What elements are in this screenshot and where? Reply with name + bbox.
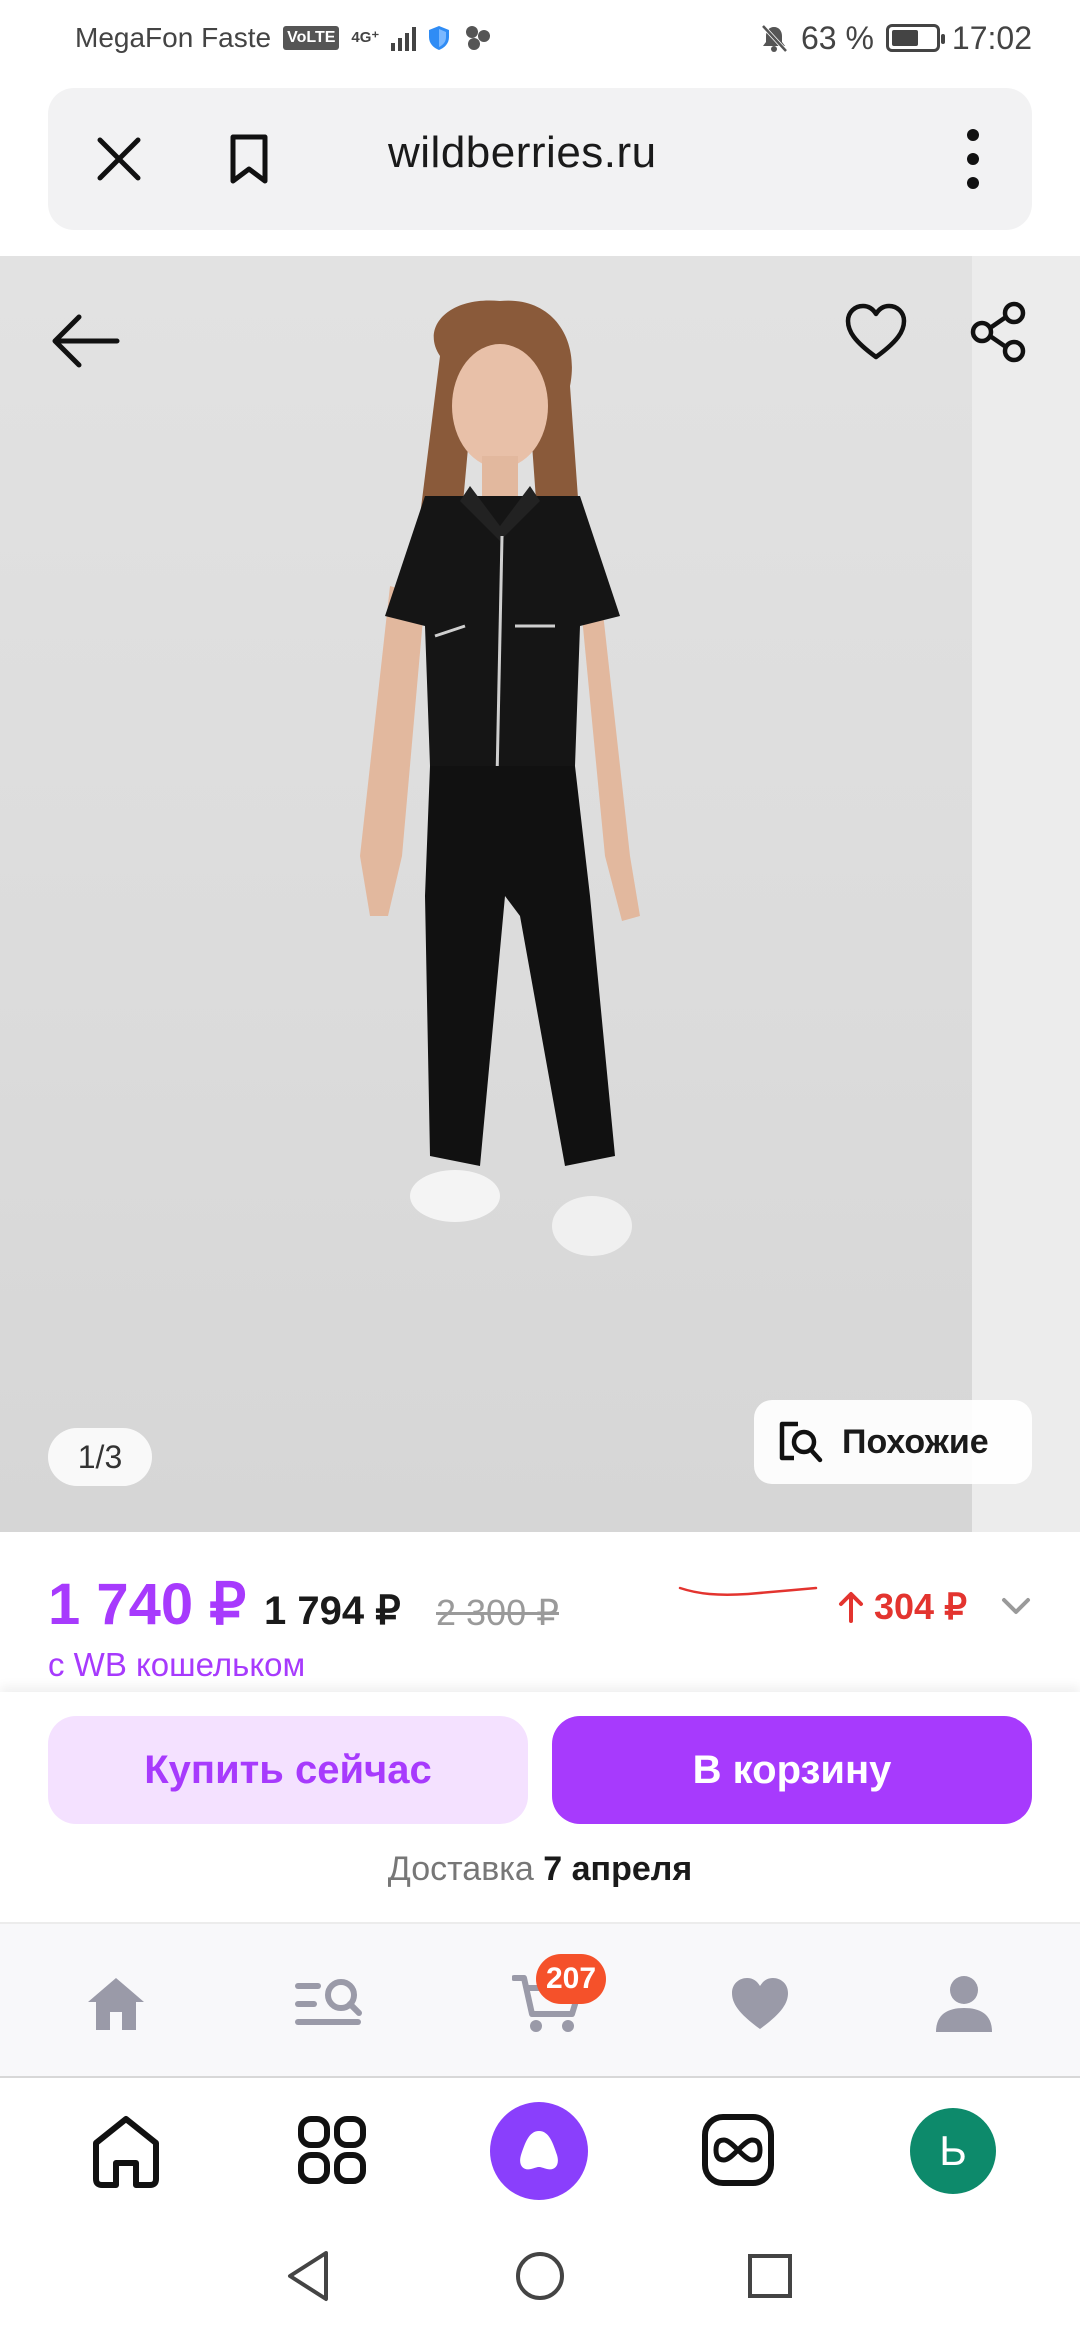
- product-photo: [360, 300, 640, 1256]
- browser-tabs-button[interactable]: [688, 2100, 788, 2200]
- cart-count-badge: 207: [536, 1954, 607, 2004]
- square-recents-icon: [748, 2254, 792, 2298]
- price-change[interactable]: 304 ₽: [838, 1586, 967, 1628]
- bookmark-button[interactable]: [214, 124, 284, 194]
- regular-price: 1 794 ₽: [264, 1589, 401, 1633]
- browser-home-button[interactable]: [76, 2100, 176, 2200]
- clock: 17:02: [951, 19, 1032, 56]
- similar-label: Похожие: [842, 1422, 989, 1461]
- circle-home-icon: [516, 2252, 564, 2300]
- heart-outline-icon: [845, 303, 907, 360]
- shield-icon: [429, 26, 450, 50]
- delivery-info: Доставка 7 апреля: [0, 1850, 1080, 1889]
- purchase-actions: Купить сейчас В корзину Доставка 7 апрел…: [0, 1692, 1080, 1922]
- price-history-line: [678, 1586, 818, 1596]
- grid-icon: [298, 2116, 366, 2184]
- close-icon: [97, 137, 141, 181]
- system-navigation-bar: [0, 2220, 1080, 2340]
- home-icon: [88, 1978, 144, 2030]
- url-text[interactable]: wildberries.ru: [388, 128, 657, 178]
- heart-icon: [732, 1978, 788, 2029]
- assistant-icon: [520, 2131, 558, 2170]
- catalog-search-icon: [295, 1979, 362, 2025]
- delivery-label: Доставка: [387, 1850, 534, 1888]
- signal-icon: [391, 25, 417, 51]
- battery-icon: [885, 24, 945, 52]
- share-icon: [970, 301, 1026, 363]
- arrow-left-icon: [52, 314, 120, 368]
- voice-assistant-button[interactable]: [490, 2102, 588, 2200]
- close-tab-button[interactable]: [84, 124, 154, 194]
- arrow-up-icon: [839, 1592, 863, 1623]
- system-recents-button[interactable]: [740, 2246, 800, 2306]
- add-to-favorites-button[interactable]: [836, 292, 916, 372]
- nav-favorites[interactable]: [720, 1966, 800, 2042]
- nav-profile[interactable]: [924, 1966, 1004, 2042]
- browser-services-button[interactable]: [282, 2100, 382, 2200]
- wallet-note[interactable]: с WB кошельком: [48, 1646, 305, 1684]
- old-price: 2 300 ₽: [436, 1592, 559, 1633]
- profile-icon: [936, 1976, 992, 2032]
- tabs-icon: [702, 2114, 774, 2186]
- delivery-date: 7 апреля: [543, 1850, 693, 1888]
- home-outline-icon: [93, 2116, 159, 2188]
- nav-home[interactable]: [76, 1966, 156, 2042]
- browser-toolbar: Ь: [0, 2080, 1080, 2220]
- more-vertical-icon: [967, 129, 979, 189]
- status-left: MegaFon Faste VoLTE 4G⁺: [75, 22, 492, 54]
- bell-muted-icon: [761, 24, 788, 53]
- bookmark-icon: [230, 134, 268, 184]
- battery-percent: 63 %: [800, 19, 874, 56]
- status-bar: MegaFon Faste VoLTE 4G⁺ 63 % 17:02: [0, 0, 1080, 76]
- status-right: 63 % 17:02: [759, 20, 1032, 57]
- image-counter: 1/3: [48, 1428, 152, 1486]
- account-avatar[interactable]: Ь: [910, 2108, 996, 2194]
- back-button[interactable]: [40, 296, 130, 386]
- site-bottom-nav: 207: [0, 1922, 1080, 2078]
- similar-search-icon: [779, 1421, 823, 1463]
- system-home-button[interactable]: [510, 2246, 570, 2306]
- share-button[interactable]: [958, 292, 1038, 372]
- browser-menu-button[interactable]: [938, 124, 1008, 194]
- product-image-gallery[interactable]: 1/3 Похожие: [0, 256, 1080, 1532]
- add-to-cart-button[interactable]: В корзину: [552, 1716, 1032, 1824]
- price-change-amount: 304 ₽: [874, 1586, 967, 1627]
- triangle-back-icon: [288, 2251, 328, 2301]
- network-type: 4G⁺: [351, 29, 380, 46]
- volte-icon: VoLTE: [283, 26, 340, 50]
- carrier-name: MegaFon Faste: [75, 22, 272, 53]
- nav-catalog[interactable]: [288, 1966, 368, 2042]
- app-notification-icon: [466, 26, 491, 50]
- buy-now-button[interactable]: Купить сейчас: [48, 1716, 528, 1824]
- wallet-price: 1 740 ₽: [48, 1572, 247, 1637]
- similar-products-button[interactable]: Похожие: [754, 1400, 1032, 1484]
- browser-address-bar: wildberries.ru: [48, 88, 1032, 230]
- price-section: 1 740 ₽ 1 794 ₽ 2 300 ₽ с WB кошельком 3…: [0, 1532, 1080, 1692]
- system-back-button[interactable]: [278, 2246, 338, 2306]
- chevron-down-icon[interactable]: [998, 1588, 1034, 1624]
- page: MegaFon Faste VoLTE 4G⁺ 63 % 17:02 wildb…: [0, 0, 1080, 2340]
- battery-level: [891, 30, 918, 46]
- next-image-preview: [972, 256, 1080, 1532]
